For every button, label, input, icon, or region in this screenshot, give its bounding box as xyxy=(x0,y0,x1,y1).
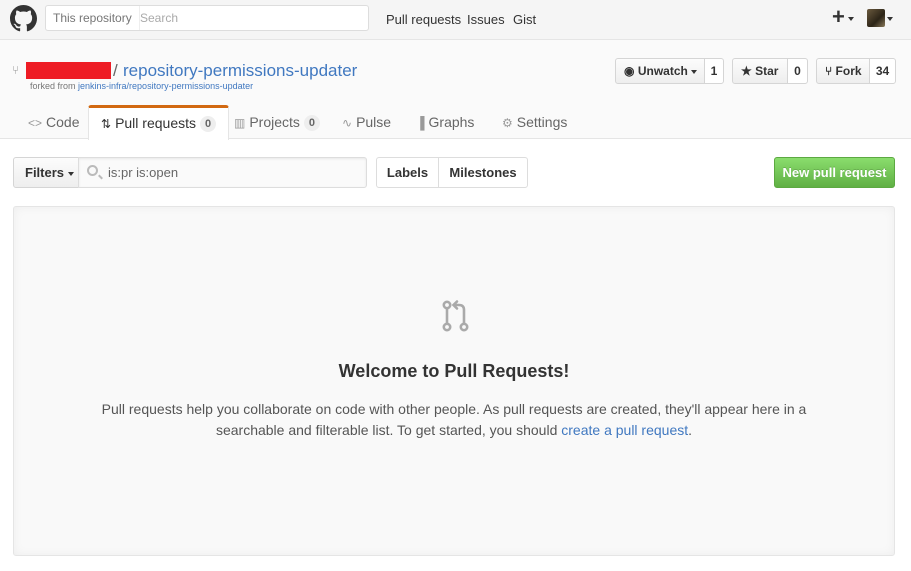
chevron-down-icon xyxy=(848,17,854,21)
eye-icon: ◉ xyxy=(624,64,635,78)
pulse-icon: ∿ xyxy=(342,116,353,130)
project-icon: ▥ xyxy=(234,116,246,130)
search-scope-label: This repository xyxy=(46,6,140,30)
avatar[interactable] xyxy=(867,9,885,27)
new-pull-request-button[interactable]: New pull request xyxy=(774,157,895,188)
nav-gist[interactable]: Gist xyxy=(513,12,536,27)
nav-pull-requests[interactable]: Pull requests xyxy=(386,12,461,27)
repo-nav: <> Code ⇅ Pull requests 0 ▥ Projects 0 ∿ Pulse… xyxy=(0,105,911,140)
git-pull-request-icon xyxy=(442,300,469,332)
tab-label: Code xyxy=(46,114,80,130)
star-label: Star xyxy=(755,64,779,78)
search-icon xyxy=(87,165,98,176)
github-logo-icon[interactable] xyxy=(10,5,37,32)
tab-counter: 0 xyxy=(200,116,217,133)
tab-label: Pull requests xyxy=(115,115,196,131)
repo-forked-icon: ⑂ xyxy=(825,64,833,78)
tab-label: Graphs xyxy=(428,114,475,130)
tab-label: Settings xyxy=(516,114,568,130)
tab-pull-requests[interactable]: ⇅ Pull requests 0 xyxy=(88,105,230,140)
blankslate-text-end: . xyxy=(688,422,693,438)
tab-label: Pulse xyxy=(356,114,392,130)
watch-button[interactable]: ◉ Unwatch 1 xyxy=(615,58,724,84)
tab-counter: 0 xyxy=(303,115,321,132)
fork-label: Fork xyxy=(835,64,862,78)
fork-button[interactable]: ⑂ Fork 34 xyxy=(816,58,896,84)
filters-label: Filters xyxy=(25,165,65,180)
site-header: This repository Search Pull requests Iss… xyxy=(0,0,911,40)
star-icon: ★ xyxy=(741,64,752,78)
path-divider: / xyxy=(113,61,118,80)
create-new-icon[interactable]: + xyxy=(832,6,845,28)
chevron-down-icon xyxy=(691,69,698,74)
repo-name-link[interactable]: repository-permissions-updater xyxy=(123,61,357,81)
blankslate-text: Pull requests help you collaborate on co… xyxy=(101,401,807,438)
chevron-down-icon xyxy=(68,171,75,176)
blankslate: Welcome to Pull Requests! Pull requests … xyxy=(13,206,895,556)
header-search[interactable]: This repository Search xyxy=(45,5,369,31)
forked-from-prefix: forked from xyxy=(30,81,76,91)
star-count[interactable]: 0 xyxy=(787,58,808,84)
tab-pulse[interactable]: ∿ Pulse xyxy=(342,105,391,140)
star-button[interactable]: ★ Star 0 xyxy=(732,58,808,84)
chevron-down-icon xyxy=(887,17,893,21)
tab-settings[interactable]: ⚙ Settings xyxy=(502,105,567,140)
search-input[interactable]: Search xyxy=(140,6,178,30)
tab-graphs[interactable]: ▐ Graphs xyxy=(416,105,474,140)
tab-projects[interactable]: ▥ Projects 0 xyxy=(234,105,321,140)
forked-from-link[interactable]: jenkins-infra/repository-permissions-upd… xyxy=(78,81,253,91)
repo-forked-icon: ⑂ xyxy=(12,63,20,77)
fork-count[interactable]: 34 xyxy=(869,58,896,84)
watch-label: Unwatch xyxy=(637,64,688,78)
tab-label: Projects xyxy=(249,114,300,130)
create-pull-request-link[interactable]: create a pull request xyxy=(561,422,688,438)
labels-button[interactable]: Labels xyxy=(376,157,439,188)
graph-icon: ▐ xyxy=(416,116,425,130)
issues-search-input[interactable]: is:pr is:open xyxy=(78,157,367,188)
code-icon: <> xyxy=(28,116,43,130)
redacted-owner-name xyxy=(26,62,111,79)
filters-dropdown-button[interactable]: Filters xyxy=(13,157,79,188)
blankslate-description: Pull requests help you collaborate on co… xyxy=(84,399,824,441)
search-query-value: is:pr is:open xyxy=(108,165,179,180)
gear-icon: ⚙ xyxy=(502,116,513,130)
forked-from-text: forked from jenkins-infra/repository-per… xyxy=(30,81,253,91)
tab-code[interactable]: <> Code xyxy=(28,105,79,140)
nav-issues[interactable]: Issues xyxy=(467,12,505,27)
git-pull-request-icon: ⇅ xyxy=(101,117,112,131)
blankslate-title: Welcome to Pull Requests! xyxy=(338,361,570,381)
milestones-button[interactable]: Milestones xyxy=(438,157,528,188)
repo-header: ⑂ / repository-permissions-updater forke… xyxy=(0,40,911,140)
watch-count[interactable]: 1 xyxy=(704,58,724,84)
